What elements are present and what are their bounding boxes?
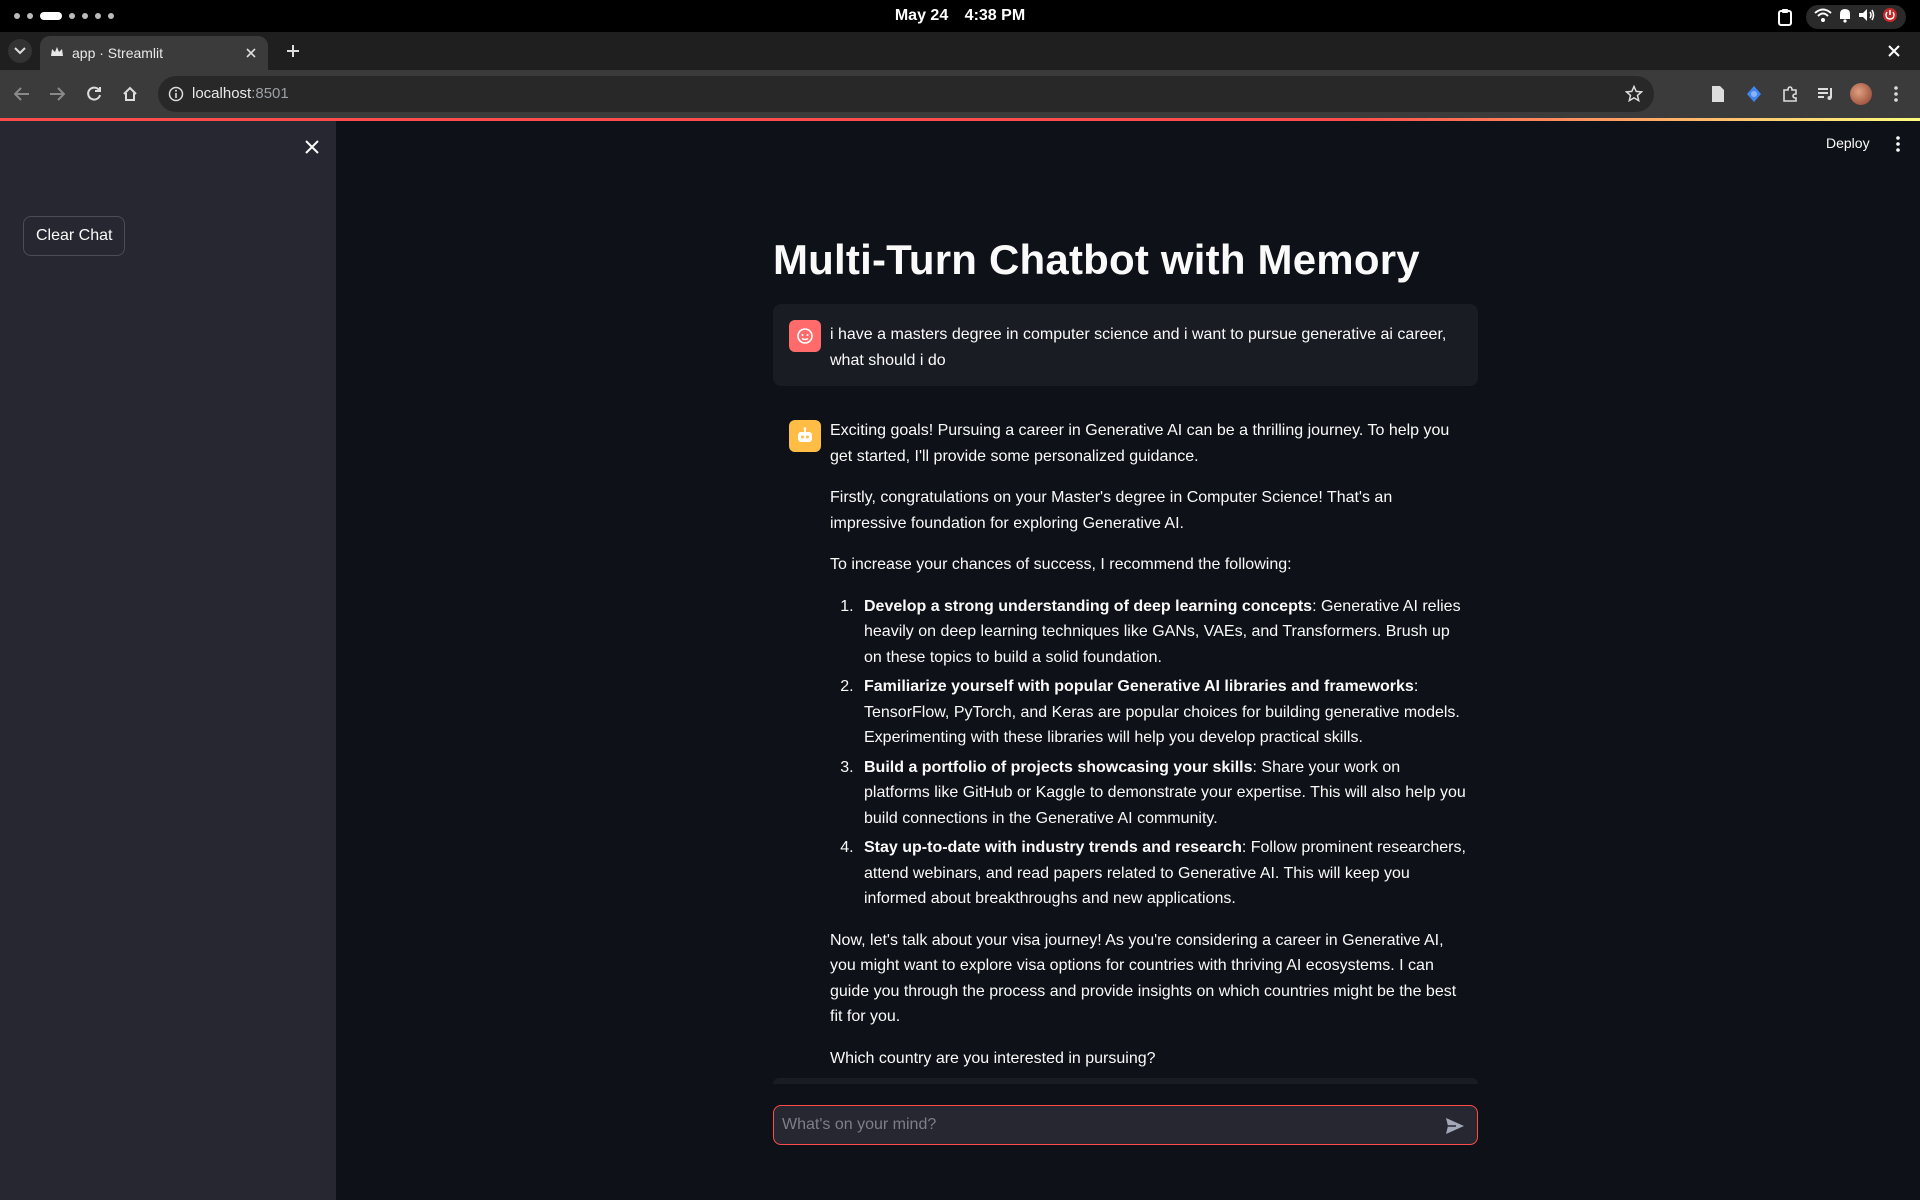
assistant-message-text: Exciting goals! Pursuing a career in Gen…	[830, 418, 1470, 1087]
profile-avatar[interactable]	[1850, 83, 1872, 105]
sidebar: Clear Chat	[0, 121, 336, 1200]
system-date: May 24	[894, 7, 949, 24]
next-message-edge	[773, 1078, 1478, 1084]
back-button[interactable]	[10, 82, 34, 106]
recommendation-list: Develop a strong understanding of deep l…	[858, 594, 1470, 912]
sidebar-close-button[interactable]	[300, 135, 324, 159]
system-clock[interactable]: May 24 4:38 PM	[0, 7, 1920, 25]
home-icon	[123, 86, 137, 101]
assistant-paragraph: Now, let's talk about your visa journey!…	[830, 931, 1457, 1026]
tab-title: app · Streamlit	[72, 45, 164, 61]
volume-icon	[1858, 8, 1876, 27]
browser-tab-strip: app · Streamlit	[0, 32, 1920, 70]
document-icon[interactable]	[1706, 82, 1730, 106]
system-tray	[1774, 5, 1906, 29]
address-bar[interactable]: localhost:8501	[158, 76, 1654, 112]
clipboard-icon[interactable]	[1774, 6, 1796, 28]
browser-toolbar: localhost:8501	[0, 70, 1920, 118]
user-avatar-icon	[789, 320, 821, 352]
list-item-heading: Stay up-to-date with industry trends and…	[864, 839, 1242, 856]
assistant-paragraph: To increase your chances of success, I r…	[830, 556, 1292, 573]
site-info-icon[interactable]	[166, 84, 186, 104]
deploy-button[interactable]: Deploy	[1826, 135, 1870, 151]
wifi-icon	[1814, 8, 1832, 27]
arrow-right-icon	[50, 87, 65, 101]
home-button[interactable]	[118, 82, 142, 106]
system-top-bar: May 24 4:38 PM	[0, 0, 1920, 32]
list-item-heading: Build a portfolio of projects showcasing…	[864, 758, 1253, 776]
send-button[interactable]	[1443, 1114, 1467, 1138]
url-host: localhost	[192, 85, 252, 102]
notification-bell-icon	[1838, 7, 1852, 28]
new-tab-button[interactable]	[282, 40, 304, 62]
power-icon	[1882, 7, 1898, 28]
arrow-left-icon	[14, 87, 29, 101]
app-menu-button[interactable]	[1887, 133, 1909, 155]
browser-tab-active[interactable]: app · Streamlit	[40, 36, 268, 70]
assistant-chat-message: Exciting goals! Pursuing a career in Gen…	[773, 401, 1478, 1171]
system-time: 4:38 PM	[964, 7, 1026, 24]
list-item-heading: Familiarize yourself with popular Genera…	[864, 678, 1414, 695]
list-item: Familiarize yourself with popular Genera…	[858, 674, 1470, 751]
close-icon	[1888, 45, 1900, 57]
extension-shield-icon[interactable]	[1742, 82, 1766, 106]
send-icon	[1446, 1118, 1464, 1134]
url-text: localhost:8501	[192, 85, 289, 102]
bot-avatar-icon	[789, 420, 821, 452]
window-close-button[interactable]	[1884, 41, 1904, 61]
toolbar-actions	[1706, 82, 1908, 106]
main-content: Deploy Multi-Turn Chatbot with Memory i …	[336, 121, 1920, 1200]
close-icon	[305, 140, 319, 154]
list-item: Build a portfolio of projects showcasing…	[858, 755, 1470, 832]
reload-button[interactable]	[82, 82, 106, 106]
streamlit-crown-icon	[50, 45, 64, 62]
user-chat-message: i have a masters degree in computer scie…	[773, 304, 1478, 386]
extensions-puzzle-icon[interactable]	[1778, 82, 1802, 106]
browser-menu-icon[interactable]	[1884, 82, 1908, 106]
chat-input-field[interactable]	[782, 1106, 1422, 1144]
list-item: Develop a strong understanding of deep l…	[858, 594, 1470, 671]
reload-icon	[87, 86, 101, 101]
list-item-heading: Develop a strong understanding of deep l…	[864, 597, 1313, 615]
more-vertical-icon	[1896, 136, 1900, 152]
page-title: Multi-Turn Chatbot with Memory	[773, 236, 1420, 283]
status-menu[interactable]	[1806, 5, 1906, 29]
media-queue-icon[interactable]	[1814, 82, 1838, 106]
tab-search-button[interactable]	[8, 39, 32, 63]
user-message-text: i have a masters degree in computer scie…	[830, 326, 1447, 369]
plus-icon	[287, 45, 299, 57]
bookmark-star-icon[interactable]	[1624, 84, 1644, 104]
assistant-paragraph: Exciting goals! Pursuing a career in Gen…	[830, 422, 1450, 465]
clear-chat-button[interactable]: Clear Chat	[23, 216, 126, 256]
list-item: Stay up-to-date with industry trends and…	[858, 835, 1470, 912]
chevron-down-icon	[14, 47, 26, 55]
forward-button[interactable]	[45, 82, 69, 106]
chat-input-box[interactable]	[773, 1105, 1478, 1145]
assistant-paragraph: Which country are you interested in purs…	[830, 1049, 1156, 1067]
tab-close-icon[interactable]	[242, 44, 260, 62]
url-port: :8501	[251, 85, 289, 102]
assistant-paragraph: Firstly, congratulations on your Master'…	[830, 489, 1393, 532]
